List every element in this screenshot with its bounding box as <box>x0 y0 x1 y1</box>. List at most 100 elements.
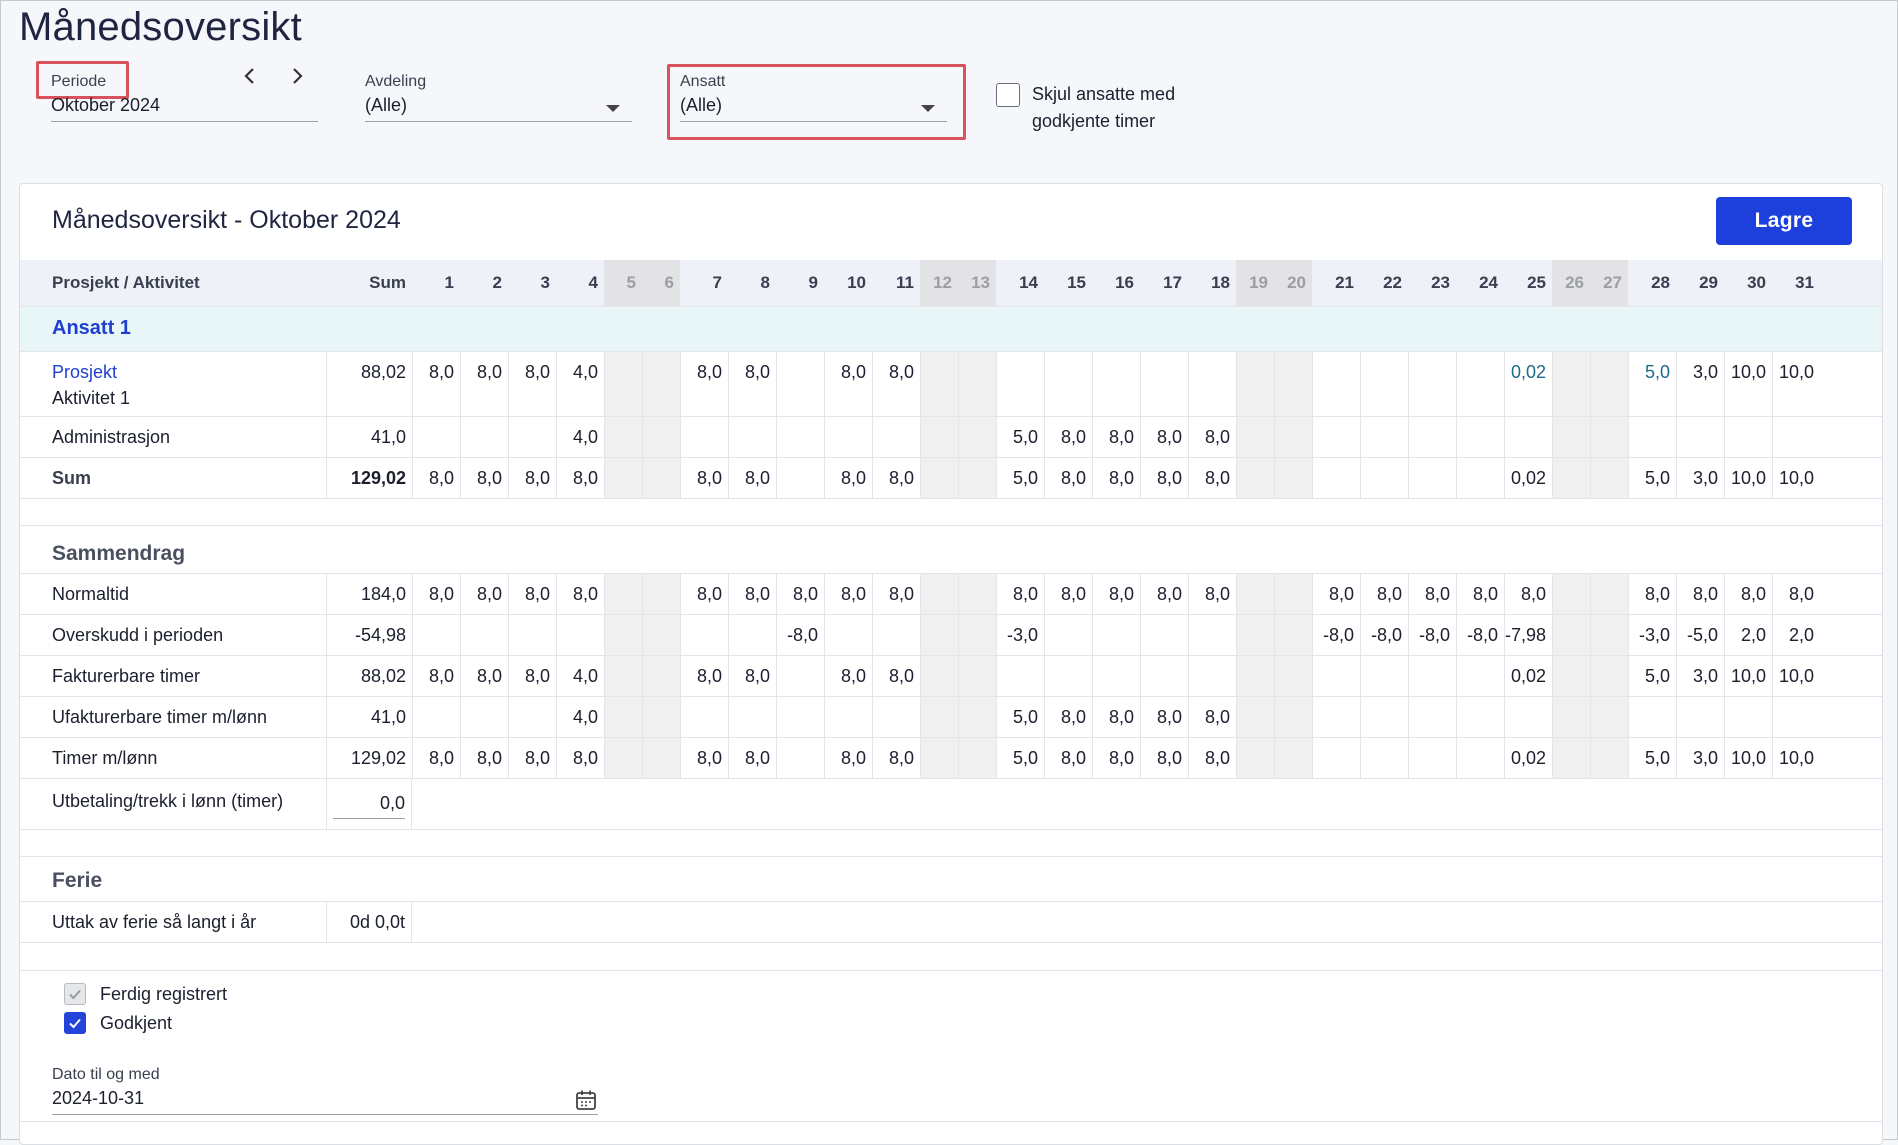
day-cell[interactable] <box>1408 352 1456 416</box>
day-cell[interactable] <box>958 417 996 457</box>
day-cell[interactable] <box>1552 417 1590 457</box>
day-cell <box>958 697 996 737</box>
day-cell: 10,0 <box>1772 458 1820 498</box>
day-cell: 0,02 <box>1504 656 1552 696</box>
day-cell <box>556 615 604 655</box>
skjul-checkbox[interactable] <box>996 83 1020 107</box>
day-cell[interactable] <box>1092 352 1140 416</box>
day-cell[interactable] <box>1772 417 1820 457</box>
day-cell[interactable]: 8,0 <box>728 352 776 416</box>
day-cell <box>1590 615 1628 655</box>
day-cell[interactable] <box>776 352 824 416</box>
day-cell[interactable]: 3,0 <box>1676 352 1724 416</box>
column-header-day: 22 <box>1383 273 1402 292</box>
day-cell[interactable]: 8,0 <box>508 352 556 416</box>
day-cell[interactable] <box>1140 352 1188 416</box>
day-cell[interactable]: 5,0 <box>996 417 1044 457</box>
dato-underline <box>52 1114 598 1115</box>
day-cell <box>1552 697 1590 737</box>
day-cell: -8,0 <box>1312 615 1360 655</box>
day-cell[interactable] <box>1724 417 1772 457</box>
day-cell <box>1552 738 1590 778</box>
day-cell: 8,0 <box>824 738 872 778</box>
day-cell[interactable] <box>1044 352 1092 416</box>
day-cell[interactable] <box>1590 417 1628 457</box>
godkjent-checkbox[interactable] <box>64 1012 86 1034</box>
day-cell[interactable] <box>1676 417 1724 457</box>
day-cell[interactable] <box>1504 417 1552 457</box>
day-cell[interactable] <box>824 417 872 457</box>
column-header-day: 15 <box>1067 273 1086 292</box>
day-cell[interactable]: 8,0 <box>1188 417 1236 457</box>
day-cell <box>1360 458 1408 498</box>
day-cell[interactable] <box>1236 352 1274 416</box>
day-cell <box>1274 697 1312 737</box>
day-cell[interactable]: 4,0 <box>556 417 604 457</box>
day-cell[interactable]: 8,0 <box>1092 417 1140 457</box>
day-cell[interactable]: 0,02 <box>1504 352 1552 416</box>
day-cell: 5,0 <box>1628 738 1676 778</box>
day-cell[interactable] <box>920 352 958 416</box>
avdeling-select[interactable]: Avdeling (Alle) <box>365 73 632 125</box>
day-cell[interactable]: 10,0 <box>1724 352 1772 416</box>
day-cell[interactable] <box>508 417 556 457</box>
page-title: Månedsoversikt <box>19 5 302 49</box>
chevron-right-icon[interactable] <box>290 65 304 93</box>
day-cell[interactable] <box>1590 352 1628 416</box>
day-cell[interactable]: 10,0 <box>1772 352 1820 416</box>
day-cell[interactable] <box>1628 417 1676 457</box>
calendar-icon[interactable] <box>574 1088 598 1117</box>
day-cell[interactable] <box>412 417 460 457</box>
day-cell[interactable] <box>604 417 642 457</box>
day-cell[interactable] <box>460 417 508 457</box>
day-cell[interactable]: 8,0 <box>1044 417 1092 457</box>
chevron-left-icon[interactable] <box>243 65 257 93</box>
day-cell[interactable]: 8,0 <box>412 352 460 416</box>
day-cell: 8,0 <box>460 656 508 696</box>
day-cell[interactable] <box>1312 417 1360 457</box>
day-cell[interactable]: 5,0 <box>1628 352 1676 416</box>
utbetaling-input[interactable]: 0,0 <box>333 793 405 819</box>
day-cell <box>1590 458 1628 498</box>
periode-field[interactable]: Periode Oktober 2024 <box>51 73 318 125</box>
day-cell[interactable] <box>1360 417 1408 457</box>
ansatt-select[interactable]: Ansatt (Alle) <box>680 73 947 125</box>
day-cell[interactable] <box>728 417 776 457</box>
day-cell[interactable]: 4,0 <box>556 352 604 416</box>
day-cell: 8,0 <box>1044 697 1092 737</box>
day-cell[interactable] <box>604 352 642 416</box>
day-cell[interactable] <box>1360 352 1408 416</box>
dato-field[interactable]: Dato til og med 2024-10-31 <box>52 1066 598 1118</box>
ferdig-checkbox[interactable] <box>64 983 86 1005</box>
employee-name[interactable]: Ansatt 1 <box>52 317 131 340</box>
project-row-label[interactable]: Prosjekt <box>52 362 117 383</box>
day-cell[interactable] <box>1188 352 1236 416</box>
day-cell[interactable] <box>776 417 824 457</box>
day-cell[interactable] <box>1274 352 1312 416</box>
day-cell[interactable] <box>642 417 680 457</box>
save-button[interactable]: Lagre <box>1716 197 1852 245</box>
day-cell[interactable]: 8,0 <box>872 352 920 416</box>
day-cell[interactable] <box>642 352 680 416</box>
day-cell[interactable] <box>1274 417 1312 457</box>
day-cell[interactable]: 8,0 <box>460 352 508 416</box>
day-cell[interactable] <box>1312 352 1360 416</box>
day-cell[interactable] <box>1552 352 1590 416</box>
day-cell[interactable]: 8,0 <box>824 352 872 416</box>
day-cell[interactable] <box>872 417 920 457</box>
day-cell: 10,0 <box>1724 656 1772 696</box>
day-cell: -5,0 <box>1676 615 1724 655</box>
day-cell[interactable] <box>1456 352 1504 416</box>
day-cell[interactable]: 8,0 <box>1140 417 1188 457</box>
day-cell[interactable] <box>920 417 958 457</box>
day-cell[interactable] <box>1456 417 1504 457</box>
day-cell[interactable] <box>996 352 1044 416</box>
day-cell[interactable]: 8,0 <box>680 352 728 416</box>
day-cell[interactable] <box>680 417 728 457</box>
day-cell[interactable] <box>958 352 996 416</box>
day-cell[interactable] <box>1408 417 1456 457</box>
summary-row-label: Overskudd i perioden <box>52 625 224 645</box>
day-cell: 8,0 <box>1044 738 1092 778</box>
day-cell[interactable] <box>1236 417 1274 457</box>
column-header-day: 18 <box>1211 273 1230 292</box>
